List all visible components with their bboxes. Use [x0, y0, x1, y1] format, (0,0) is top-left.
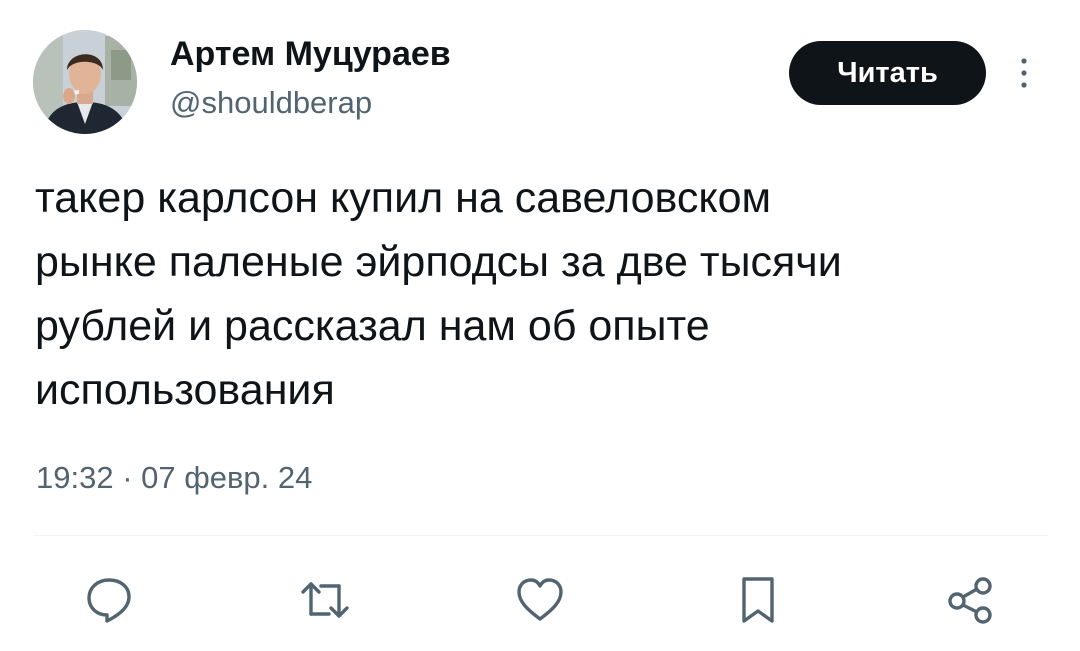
more-options-icon[interactable]	[1016, 55, 1032, 91]
share-icon[interactable]	[945, 574, 997, 626]
reply-icon[interactable]	[83, 574, 135, 626]
author-handle[interactable]: @shouldberap	[170, 82, 372, 124]
bookmark-icon[interactable]	[732, 574, 784, 626]
tweet-text-line: использования	[35, 366, 335, 414]
avatar[interactable]	[33, 30, 137, 134]
divider	[33, 535, 1048, 536]
tweet-text-line: такер карлсон купил на савеловском	[35, 174, 772, 222]
tweet-text-line: рублей и рассказал нам об опыте	[35, 302, 710, 350]
like-icon[interactable]	[514, 574, 566, 626]
tweet-text: такер карлсон купил на савеловском рынке…	[35, 166, 1035, 422]
author-name[interactable]: Артем Муцураев	[170, 32, 451, 76]
tweet-timestamp[interactable]: 19:32 · 07 февр. 24	[36, 458, 312, 498]
retweet-icon[interactable]	[299, 574, 351, 626]
follow-button[interactable]: Читать	[789, 41, 986, 105]
tweet-text-line: рынке паленые эйрподсы за две тысячи	[35, 238, 842, 286]
